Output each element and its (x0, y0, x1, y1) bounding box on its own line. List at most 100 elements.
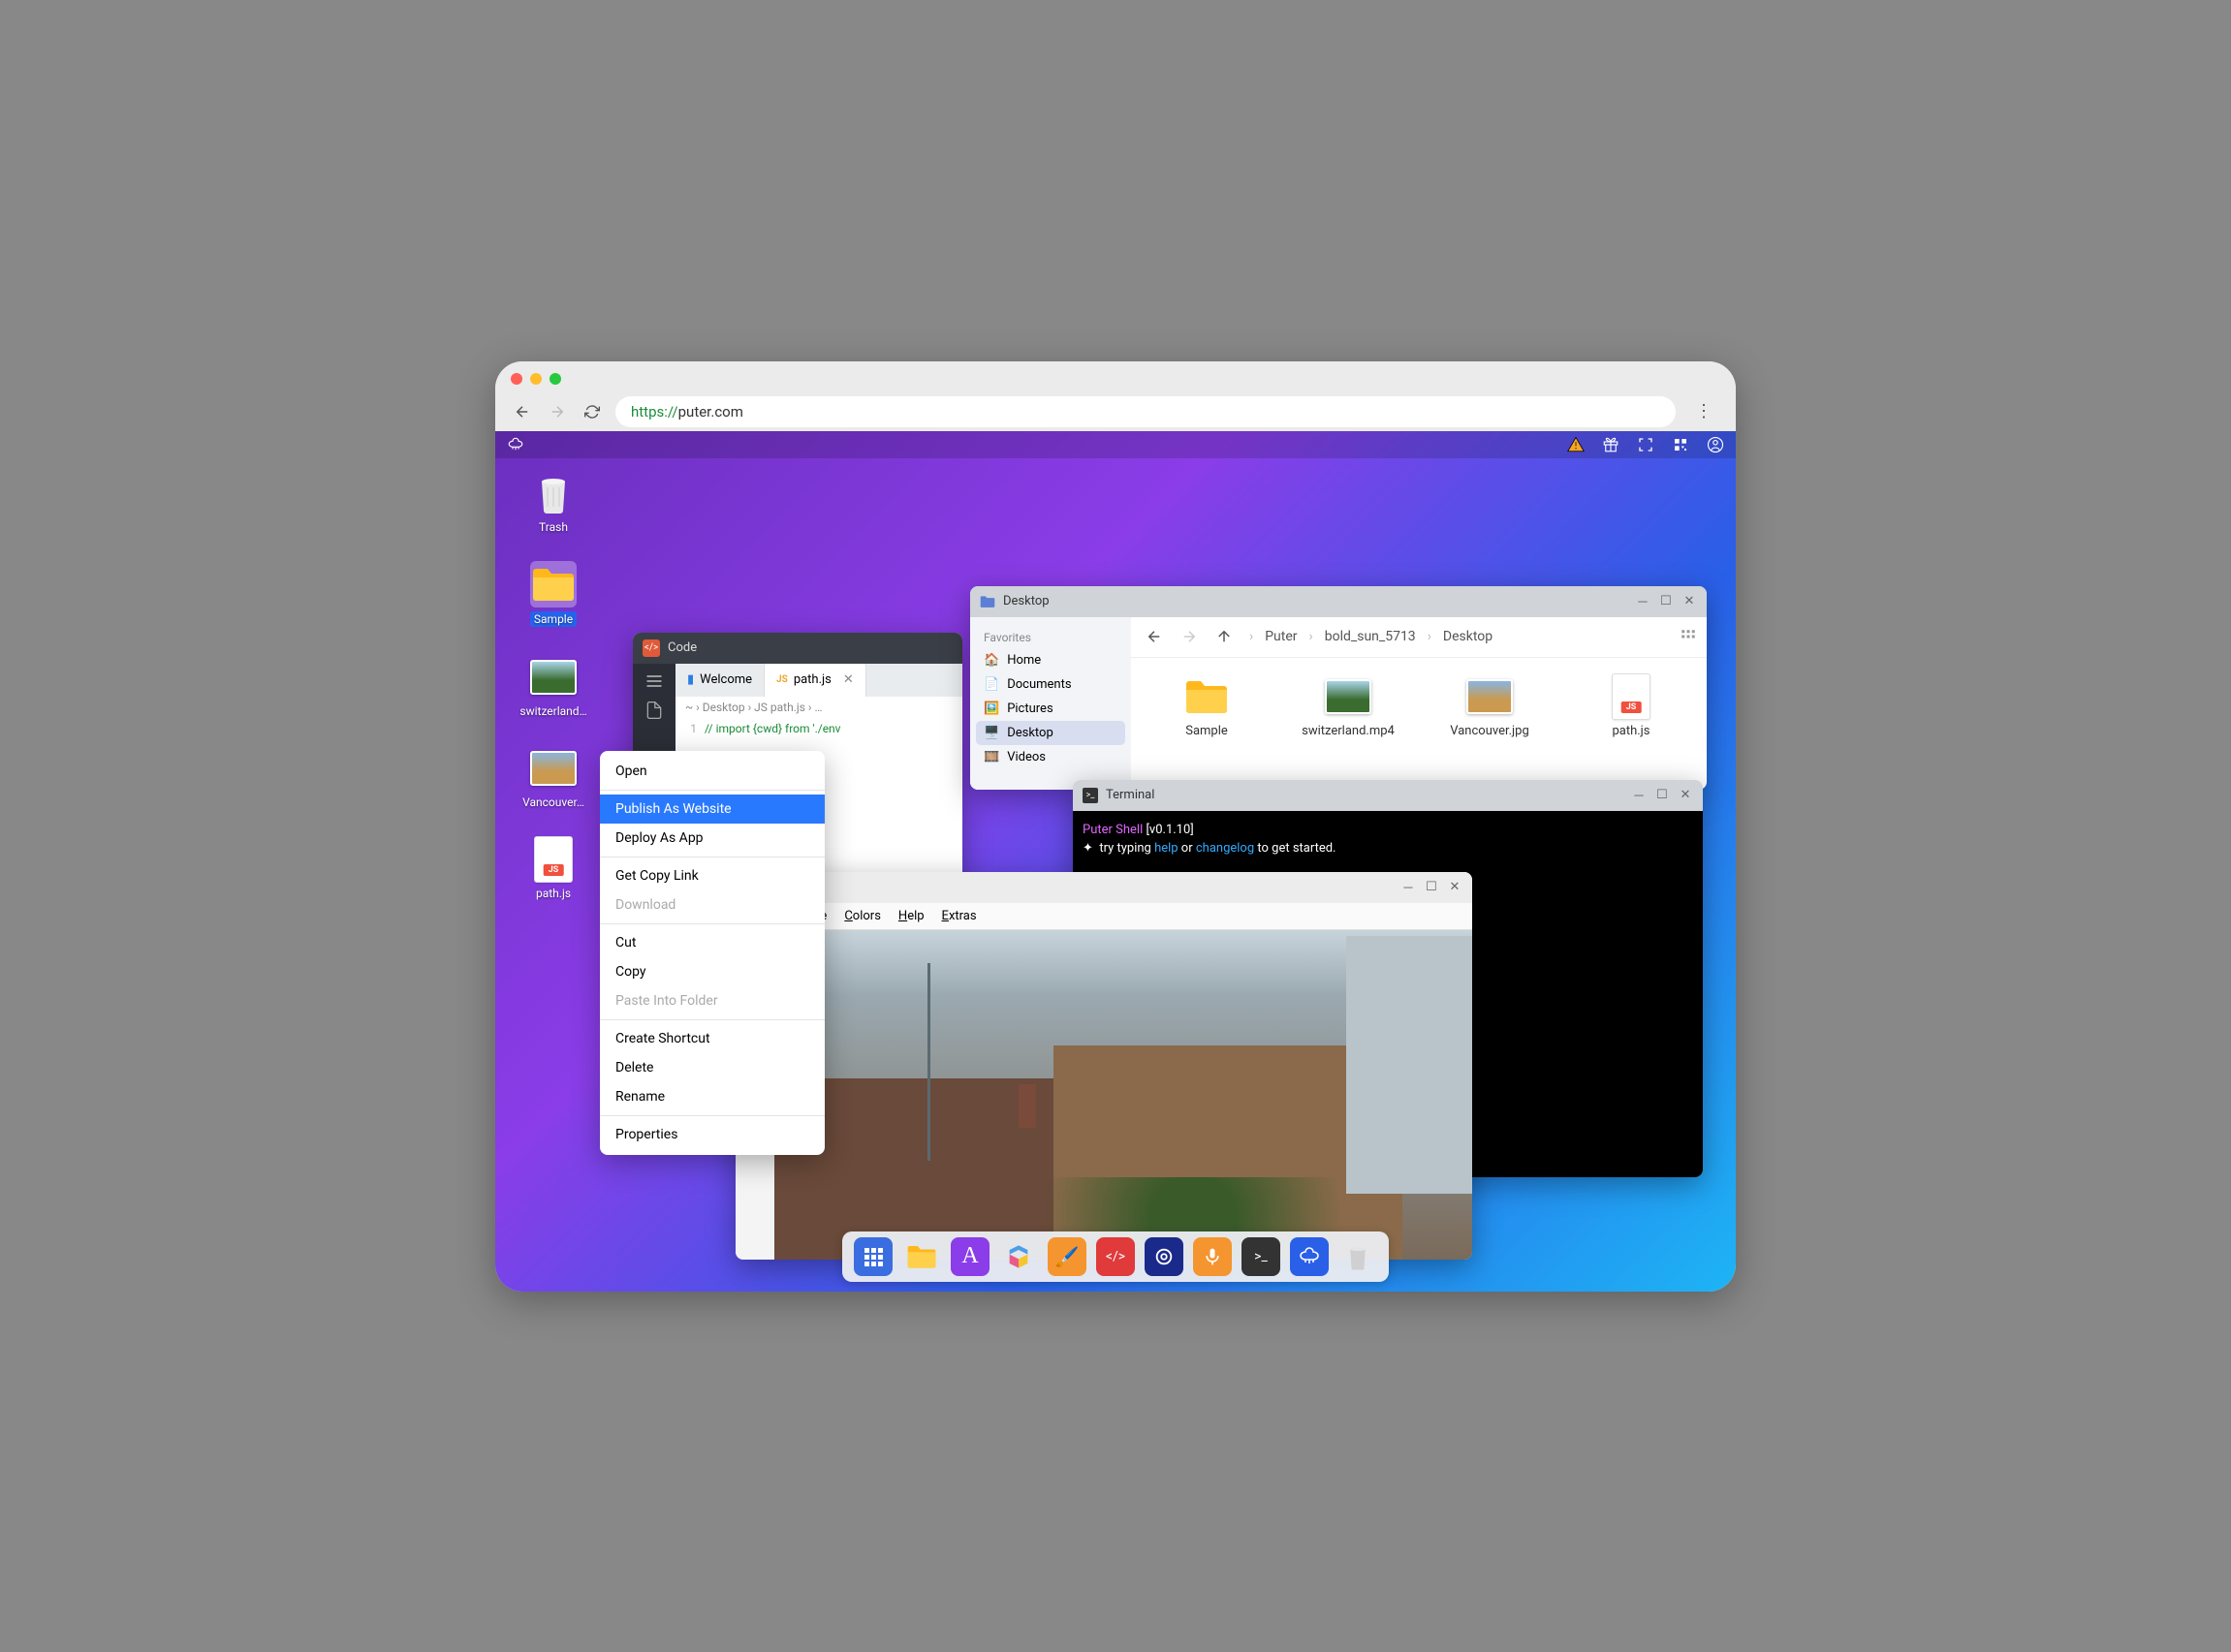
code-app-icon: </> (643, 639, 660, 657)
ctx-cut[interactable]: Cut (600, 928, 825, 957)
fm-toolbar: ›Puter ›bold_sun_5713 ›Desktop (1131, 617, 1707, 658)
img-maximize-button[interactable]: ☐ (1424, 880, 1439, 895)
img-menu-extras[interactable]: Extras (942, 909, 977, 923)
fm-sidebar-pictures[interactable]: 🖼️Pictures (976, 697, 1125, 721)
puter-logo-icon[interactable] (507, 436, 524, 453)
fm-file-sample[interactable]: Sample (1158, 675, 1255, 772)
dock-puter[interactable] (1290, 1237, 1329, 1276)
tab-welcome[interactable]: ▮Welcome (676, 664, 765, 697)
ctx-rename[interactable]: Rename (600, 1082, 825, 1111)
dock-terminal[interactable]: >_ (1241, 1237, 1280, 1276)
desktop[interactable]: Trash Sample switzerland… Vancouver… pat… (495, 431, 1736, 1292)
ctx-paste[interactable]: Paste Into Folder (600, 986, 825, 1015)
img-titlebar[interactable]: er.jpg ─ ☐ ✕ (736, 872, 1472, 903)
qr-icon[interactable] (1672, 436, 1689, 453)
video-thumb-icon (1323, 675, 1373, 718)
img-close-button[interactable]: ✕ (1447, 880, 1462, 895)
browser-reload-button[interactable] (581, 400, 604, 423)
dock-paint[interactable]: 🖌️ (1048, 1237, 1086, 1276)
image-viewer-window: er.jpg ─ ☐ ✕ View Image Colors Help Extr… (736, 872, 1472, 1260)
fm-crumb[interactable]: bold_sun_5713 (1319, 626, 1422, 647)
dock-camera[interactable] (1145, 1237, 1183, 1276)
img-canvas[interactable] (774, 930, 1472, 1260)
file-manager-window: Desktop ─ ☐ ✕ Favorites 🏠Home 📄Documents… (970, 586, 1707, 790)
home-icon: 🏠 (984, 653, 999, 668)
fm-view-toggle[interactable] (1680, 628, 1697, 645)
fm-back-button[interactable] (1141, 623, 1168, 650)
img-menu-colors[interactable]: Colors (844, 909, 881, 923)
warning-icon[interactable] (1567, 436, 1585, 453)
img-menu-help[interactable]: Help (898, 909, 925, 923)
code-breadcrumb[interactable]: ~ › Desktop › JS path.js › … (676, 697, 962, 718)
code-titlebar[interactable]: </> Code (633, 633, 962, 664)
dock-text[interactable]: A (951, 1237, 990, 1276)
term-title-text: Terminal (1106, 788, 1154, 802)
term-titlebar[interactable]: >_ Terminal ─ ☐ ✕ (1073, 780, 1703, 811)
dock-apps[interactable] (854, 1237, 893, 1276)
tab-close-icon[interactable]: ✕ (843, 672, 854, 687)
window-close-button[interactable] (511, 373, 522, 385)
dock-trash[interactable] (1338, 1237, 1377, 1276)
browser-back-button[interactable] (511, 400, 534, 423)
dock-voice[interactable] (1193, 1237, 1232, 1276)
ctx-shortcut[interactable]: Create Shortcut (600, 1024, 825, 1053)
user-icon[interactable] (1707, 436, 1724, 453)
ctx-open[interactable]: Open (600, 757, 825, 786)
desktop-icon-switzerland[interactable]: switzerland… (515, 654, 592, 718)
fm-minimize-button[interactable]: ─ (1635, 594, 1650, 609)
dock-files[interactable] (902, 1237, 941, 1276)
dock-code[interactable]: </> (1096, 1237, 1135, 1276)
fm-up-button[interactable] (1210, 623, 1238, 650)
image-thumb-icon (1464, 675, 1515, 718)
browser-menu-button[interactable]: ⋮ (1687, 401, 1720, 421)
image-thumb-icon (530, 745, 577, 792)
fm-sidebar-home[interactable]: 🏠Home (976, 648, 1125, 672)
ctx-properties[interactable]: Properties (600, 1120, 825, 1149)
fm-forward-button[interactable] (1176, 623, 1203, 650)
desktop-icon-pathjs[interactable]: path.js (515, 836, 592, 900)
fm-sidebar-desktop[interactable]: 🖥️Desktop (976, 721, 1125, 745)
ctx-copy-link[interactable]: Get Copy Link (600, 861, 825, 890)
url-host: puter.com (678, 403, 743, 421)
dock: A 🖌️ </> >_ (842, 1231, 1389, 1282)
fm-crumb[interactable]: Desktop (1437, 626, 1498, 647)
desktop-icon-sample[interactable]: Sample (515, 561, 592, 627)
fm-maximize-button[interactable]: ☐ (1658, 594, 1674, 609)
trash-icon (530, 470, 577, 516)
window-maximize-button[interactable] (550, 373, 561, 385)
address-bar[interactable]: https://puter.com (615, 396, 1676, 427)
fm-crumb[interactable]: Puter (1259, 626, 1303, 647)
fm-file-pathjs[interactable]: path.js (1583, 675, 1680, 772)
ctx-deploy-app[interactable]: Deploy As App (600, 824, 825, 853)
fm-sidebar-documents[interactable]: 📄Documents (976, 672, 1125, 697)
ctx-delete[interactable]: Delete (600, 1053, 825, 1082)
term-close-button[interactable]: ✕ (1678, 788, 1693, 803)
term-minimize-button[interactable]: ─ (1631, 788, 1647, 803)
pictures-icon: 🖼️ (984, 701, 999, 716)
desktop-icon-label: Trash (539, 520, 568, 534)
desktop-icon-vancouver[interactable]: Vancouver… (515, 745, 592, 809)
ctx-copy[interactable]: Copy (600, 957, 825, 986)
term-maximize-button[interactable]: ☐ (1654, 788, 1670, 803)
img-minimize-button[interactable]: ─ (1400, 880, 1416, 895)
fm-file-grid[interactable]: Sample switzerland.mp4 Vancouver.jpg pat… (1131, 658, 1707, 790)
desktop-icon-label: path.js (536, 887, 571, 900)
desktop-icons: Trash Sample switzerland… Vancouver… pat… (515, 470, 592, 900)
gift-icon[interactable] (1602, 436, 1619, 453)
ctx-download[interactable]: Download (600, 890, 825, 920)
tab-pathjs[interactable]: JSpath.js✕ (765, 664, 866, 697)
fm-sidebar-videos[interactable]: 🎞️Videos (976, 745, 1125, 769)
fullscreen-icon[interactable] (1637, 436, 1654, 453)
ctx-publish-website[interactable]: Publish As Website (600, 795, 825, 824)
fm-close-button[interactable]: ✕ (1681, 594, 1697, 609)
desktop-icon-trash[interactable]: Trash (515, 470, 592, 534)
fm-file-switzerland[interactable]: switzerland.mp4 (1300, 675, 1397, 772)
dock-3d[interactable] (999, 1237, 1038, 1276)
device-frame: https://puter.com ⋮ Trash (495, 361, 1736, 1292)
files-icon[interactable] (644, 701, 664, 720)
browser-forward-button[interactable] (546, 400, 569, 423)
window-minimize-button[interactable] (530, 373, 542, 385)
fm-titlebar[interactable]: Desktop ─ ☐ ✕ (970, 586, 1707, 617)
fm-file-vancouver[interactable]: Vancouver.jpg (1441, 675, 1538, 772)
menu-icon[interactable] (644, 671, 664, 691)
